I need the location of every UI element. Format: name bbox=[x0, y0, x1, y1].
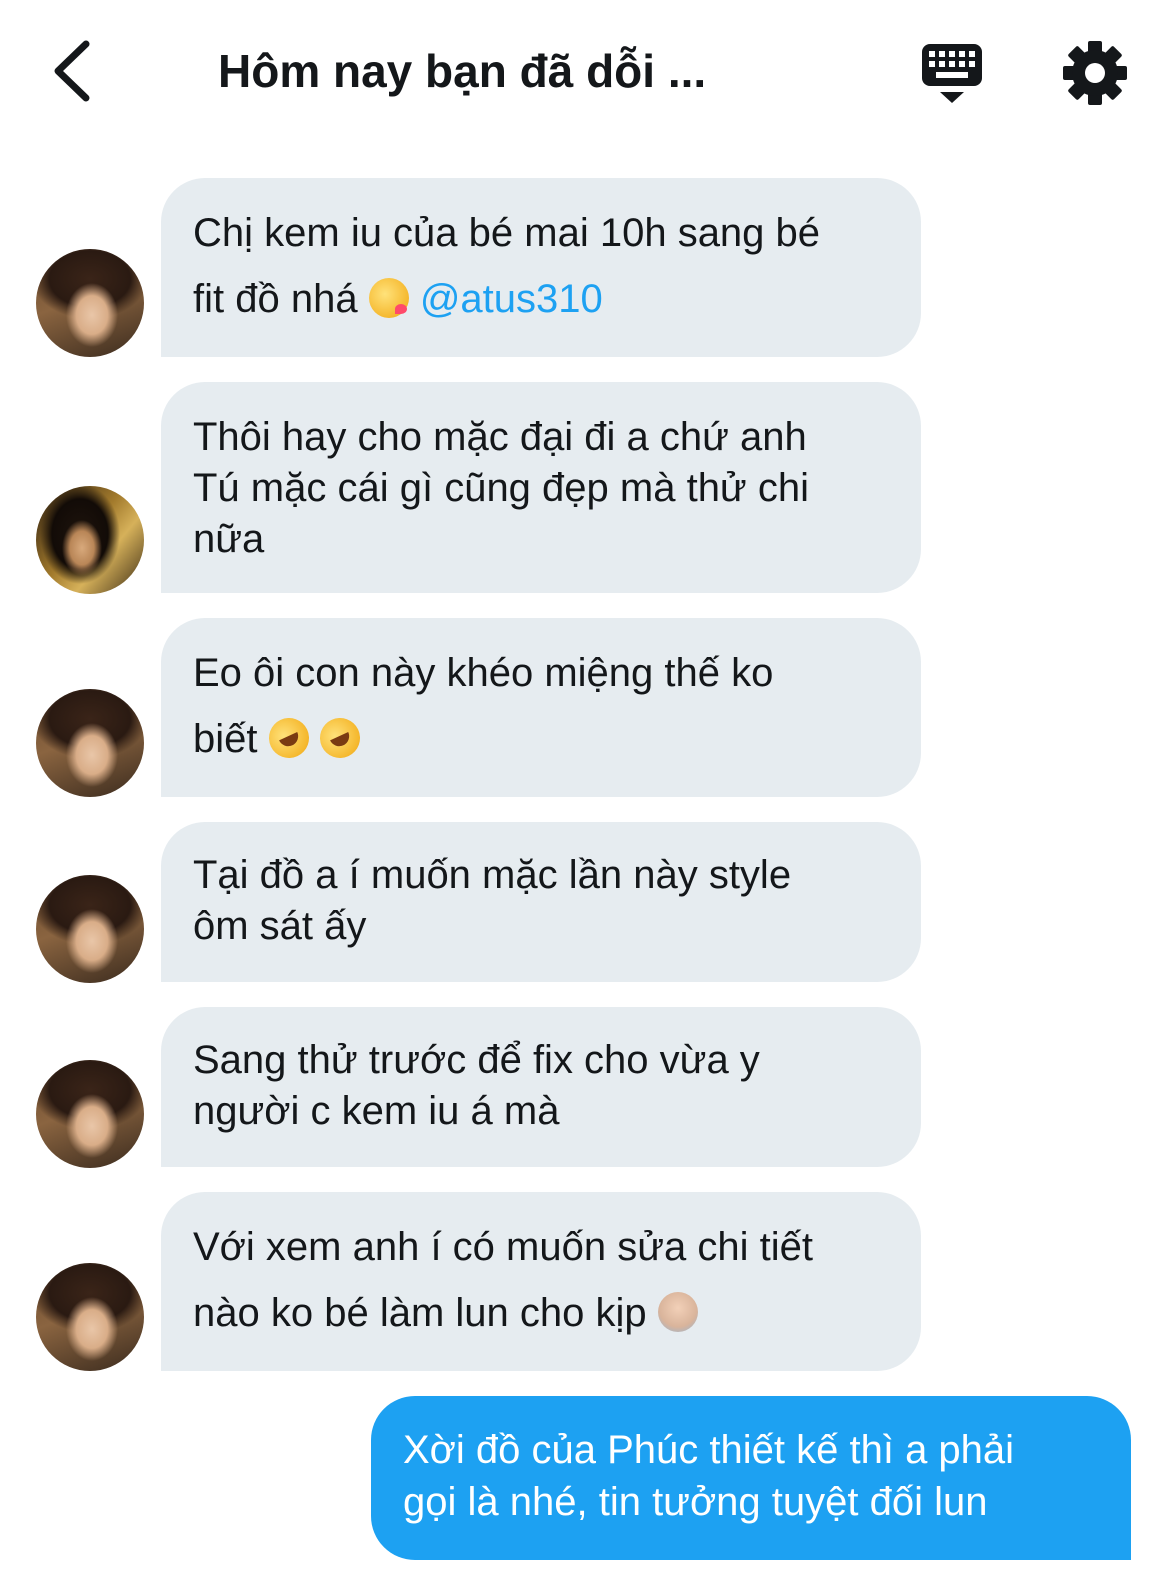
message-line: Chị kem iu của bé mai 10h sang bé bbox=[193, 211, 821, 255]
message-line: ôm sát ấy bbox=[193, 904, 367, 948]
message-line-with-mention: fit đồ nhá @atus310 bbox=[193, 266, 891, 332]
message-line: gọi là nhé, tin tưởng tuyệt đối lun bbox=[403, 1480, 988, 1524]
message-line-with-emoji: biết bbox=[193, 706, 891, 772]
avatar[interactable] bbox=[36, 1263, 144, 1371]
rofl-emoji-icon bbox=[313, 711, 367, 765]
message-bubble[interactable]: Tại đồ a í muốn mặc lần này style ôm sát… bbox=[161, 822, 921, 982]
message-bubble[interactable]: Eo ôi con này khéo miệng thế ko biết bbox=[161, 618, 921, 797]
message-line: Tú mặc cái gì cũng đẹp mà thử chi bbox=[193, 466, 809, 510]
message-line-with-emoji: nào ko bé làm lun cho kịp bbox=[193, 1280, 891, 1346]
message-text: fit đồ nhá bbox=[193, 277, 358, 321]
mention-link[interactable]: @atus310 bbox=[420, 277, 603, 321]
message-line: Với xem anh í có muốn sửa chi tiết bbox=[193, 1225, 813, 1269]
back-button[interactable] bbox=[40, 38, 100, 104]
message-bubble[interactable]: Thôi hay cho mặc đại đi a chứ anh Tú mặc… bbox=[161, 382, 921, 593]
keyboard-button[interactable] bbox=[916, 40, 988, 106]
avatar[interactable] bbox=[36, 689, 144, 797]
avatar[interactable] bbox=[36, 875, 144, 983]
message-text: nào ko bé làm lun cho kịp bbox=[193, 1291, 647, 1335]
message-line: Xời đồ của Phúc thiết kế thì a phải bbox=[403, 1428, 1015, 1472]
avatar[interactable] bbox=[36, 249, 144, 357]
conversation-title[interactable]: Hôm nay bạn đã dỗi ... bbox=[218, 38, 706, 104]
message-line: người c kem iu á mà bbox=[193, 1089, 560, 1133]
kissing-face-emoji-icon bbox=[368, 278, 409, 318]
avatar[interactable] bbox=[36, 486, 144, 594]
settings-button[interactable] bbox=[1060, 38, 1130, 108]
keyboard-icon bbox=[922, 44, 982, 103]
message-bubble[interactable]: Sang thử trước để fix cho vừa y người c … bbox=[161, 1007, 921, 1167]
sent-message-bubble[interactable]: Xời đồ của Phúc thiết kế thì a phải gọi … bbox=[371, 1396, 1131, 1560]
message-line: Sang thử trước để fix cho vừa y bbox=[193, 1038, 760, 1082]
message-bubble[interactable]: Chị kem iu của bé mai 10h sang bé fit đồ… bbox=[161, 178, 921, 357]
message-line: nữa bbox=[193, 517, 265, 561]
message-text: biết bbox=[193, 717, 258, 761]
rofl-emoji-icon bbox=[262, 711, 316, 765]
chevron-left-icon bbox=[54, 40, 90, 102]
avatar[interactable] bbox=[36, 1060, 144, 1168]
conversation-header: Hôm nay bạn đã dỗi ... bbox=[0, 0, 1170, 140]
gear-icon bbox=[1063, 41, 1127, 105]
message-line: Tại đồ a í muốn mặc lần này style bbox=[193, 853, 792, 897]
message-bubble[interactable]: Với xem anh í có muốn sửa chi tiết nào k… bbox=[161, 1192, 921, 1371]
message-line: Eo ôi con này khéo miệng thế ko bbox=[193, 651, 774, 695]
message-line: Thôi hay cho mặc đại đi a chứ anh bbox=[193, 415, 807, 459]
person-gesturing-ok-emoji-icon bbox=[657, 1292, 698, 1332]
